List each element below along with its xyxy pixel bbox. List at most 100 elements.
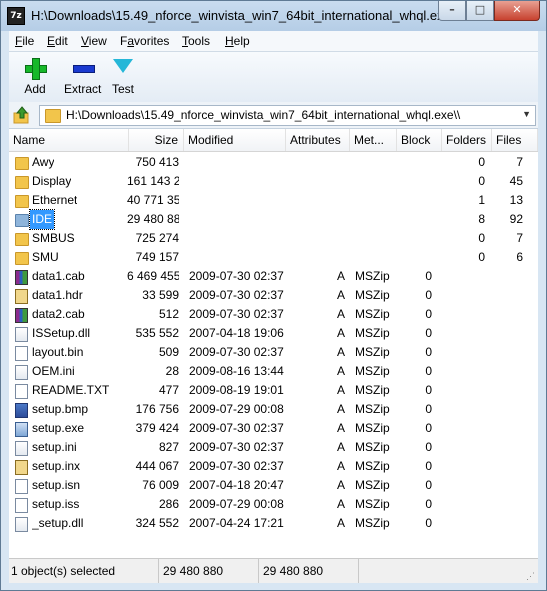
column-header-size[interactable]: Size xyxy=(129,129,184,151)
cell-name: Awy xyxy=(32,155,55,169)
close-button[interactable]: ✕ xyxy=(494,1,540,21)
client-area: File Edit View Favorites Tools Help Add Extra… xyxy=(9,31,538,583)
cell-modified: 2009-08-19 19:01 xyxy=(189,383,284,397)
column-header-folders[interactable]: Folders xyxy=(442,129,492,151)
file-row[interactable]: setup.ini 827 2009-07-30 02:37 A MSZip 0 xyxy=(9,438,538,457)
file-row[interactable]: README.TXT 477 2009-08-19 19:01 A MSZip 0 xyxy=(9,381,538,400)
cell-name: OEM.ini xyxy=(32,364,75,378)
menu-favorites[interactable]: Favorites xyxy=(120,34,169,48)
cell-attributes xyxy=(325,210,345,229)
file-row[interactable]: setup.inx 444 067 2009-07-30 02:37 A MSZip 0 xyxy=(9,457,538,476)
file-row[interactable]: setup.iss 286 2009-07-29 00:08 A MSZip 0 xyxy=(9,495,538,514)
cell-folders xyxy=(449,457,485,476)
status-bar: 1 object(s) selected 29 480 880 29 480 8… xyxy=(9,558,538,583)
folder-row[interactable]: Awy 750 413 0 7 xyxy=(9,153,538,172)
cell-size: 29 480 880 xyxy=(127,212,179,226)
cell-block: 0 xyxy=(425,402,432,416)
cell-block: 0 xyxy=(425,307,432,321)
cell-attributes xyxy=(325,248,345,267)
column-header-files[interactable]: Files xyxy=(492,129,538,151)
resize-grip-icon[interactable]: ⋰ xyxy=(526,571,536,581)
cell-modified: 2009-07-30 02:37 xyxy=(189,345,284,359)
cell-folders xyxy=(449,476,485,495)
cell-attributes: A xyxy=(336,516,345,530)
cell-method: MSZip xyxy=(355,326,390,340)
address-field[interactable]: H:\Downloads\15.49_nforce_winvista_win7_… xyxy=(39,105,536,126)
ini-file-icon xyxy=(15,517,28,532)
test-button[interactable]: Test xyxy=(111,56,135,96)
cell-modified: 2009-07-30 02:37 xyxy=(189,459,284,473)
cell-attributes: A xyxy=(336,269,345,283)
column-header-block[interactable]: Block xyxy=(397,129,442,151)
file-row[interactable]: ISSetup.dll 535 552 2007-04-18 19:06 A MSZip… xyxy=(9,324,538,343)
ini-file-icon xyxy=(15,327,28,342)
menu-edit[interactable]: Edit xyxy=(47,34,68,48)
file-row[interactable]: setup.isn 76 009 2007-04-18 20:47 A MSZip 0 xyxy=(9,476,538,495)
extract-button[interactable]: Extract xyxy=(64,56,101,96)
cell-name: Ethernet xyxy=(32,193,78,207)
cell-attributes: A xyxy=(336,440,345,454)
cell-files xyxy=(494,495,523,514)
title-bar[interactable]: 7z H:\Downloads\15.49_nforce_winvista_wi… xyxy=(1,1,546,31)
cell-block xyxy=(409,153,432,172)
cell-folders xyxy=(449,324,485,343)
folder-icon xyxy=(15,214,29,227)
file-row[interactable]: setup.exe 379 424 2009-07-30 02:37 A MSZip 0 xyxy=(9,419,538,438)
file-row[interactable]: data1.cab 6 469 455 2009-07-30 02:37 A MSZip… xyxy=(9,267,538,286)
minimize-button[interactable]: – xyxy=(438,1,466,21)
cell-method: MSZip xyxy=(355,269,390,283)
cell-files xyxy=(494,476,523,495)
cell-folders: 0 xyxy=(478,155,485,169)
cell-size: 176 756 xyxy=(135,402,179,416)
file-file-icon xyxy=(15,498,28,513)
file-row[interactable]: _setup.dll 324 552 2007-04-24 17:21 A MSZip 0 xyxy=(9,514,538,533)
cell-block: 0 xyxy=(425,383,432,397)
file-row[interactable]: OEM.ini 28 2009-08-16 13:44 A MSZip 0 xyxy=(9,362,538,381)
add-label: Add xyxy=(24,82,46,96)
chevron-down-icon[interactable]: ▼ xyxy=(522,109,531,119)
cell-attributes: A xyxy=(336,478,345,492)
column-header-attributes[interactable]: Attributes xyxy=(286,129,350,151)
cell-method: MSZip xyxy=(355,497,390,511)
cell-size: 477 xyxy=(158,383,179,397)
menu-view[interactable]: View xyxy=(81,34,107,48)
add-button[interactable]: Add xyxy=(23,56,47,96)
add-icon xyxy=(23,56,47,80)
cell-attributes: A xyxy=(336,402,345,416)
cell-block: 0 xyxy=(425,440,432,454)
maximize-button[interactable]: □ xyxy=(466,1,494,21)
cell-size: 444 067 xyxy=(135,459,179,473)
cell-size: 324 552 xyxy=(135,516,179,530)
folder-row[interactable]: SMBUS 725 274 0 7 xyxy=(9,229,538,248)
cell-folders: 0 xyxy=(478,174,485,188)
cell-size: 76 009 xyxy=(142,478,179,492)
cell-method xyxy=(355,229,397,248)
folder-row[interactable]: Ethernet 40 771 356 1 13 xyxy=(9,191,538,210)
column-header-name[interactable]: Name xyxy=(9,129,129,151)
column-header-method[interactable]: Met... xyxy=(350,129,397,151)
folder-row[interactable]: IDE 29 480 880 8 92 xyxy=(9,209,538,230)
menu-file[interactable]: File xyxy=(15,34,34,48)
file-row[interactable]: data2.cab 512 2009-07-30 02:37 A MSZip 0 xyxy=(9,305,538,324)
cell-attributes xyxy=(325,153,345,172)
window-title: H:\Downloads\15.49_nforce_winvista_win7_… xyxy=(31,8,459,23)
extract-icon xyxy=(71,56,95,80)
column-header-modified[interactable]: Modified xyxy=(184,129,286,151)
test-label: Test xyxy=(111,82,134,96)
menu-help[interactable]: Help xyxy=(225,34,250,48)
file-row[interactable]: data1.hdr 33 599 2009-07-30 02:37 A MSZip 0 xyxy=(9,286,538,305)
up-folder-icon[interactable] xyxy=(13,106,31,124)
file-row[interactable]: setup.bmp 176 756 2009-07-29 00:08 A MSZip 0 xyxy=(9,400,538,419)
cell-method xyxy=(355,248,397,267)
folder-row[interactable]: Display 161 143 258 0 45 xyxy=(9,172,538,191)
folder-icon xyxy=(45,109,61,123)
hdr-file-icon xyxy=(15,289,28,304)
file-row[interactable]: layout.bin 509 2009-07-30 02:37 A MSZip 0 xyxy=(9,343,538,362)
cell-size: 749 157 xyxy=(135,250,179,264)
folder-row[interactable]: SMU 749 157 0 6 xyxy=(9,248,538,267)
cell-folders xyxy=(449,305,485,324)
seven-zip-icon: 7z xyxy=(7,7,25,25)
menu-tools[interactable]: Tools xyxy=(182,34,210,48)
cell-name: Display xyxy=(32,174,72,188)
cell-name: data1.cab xyxy=(32,269,85,283)
